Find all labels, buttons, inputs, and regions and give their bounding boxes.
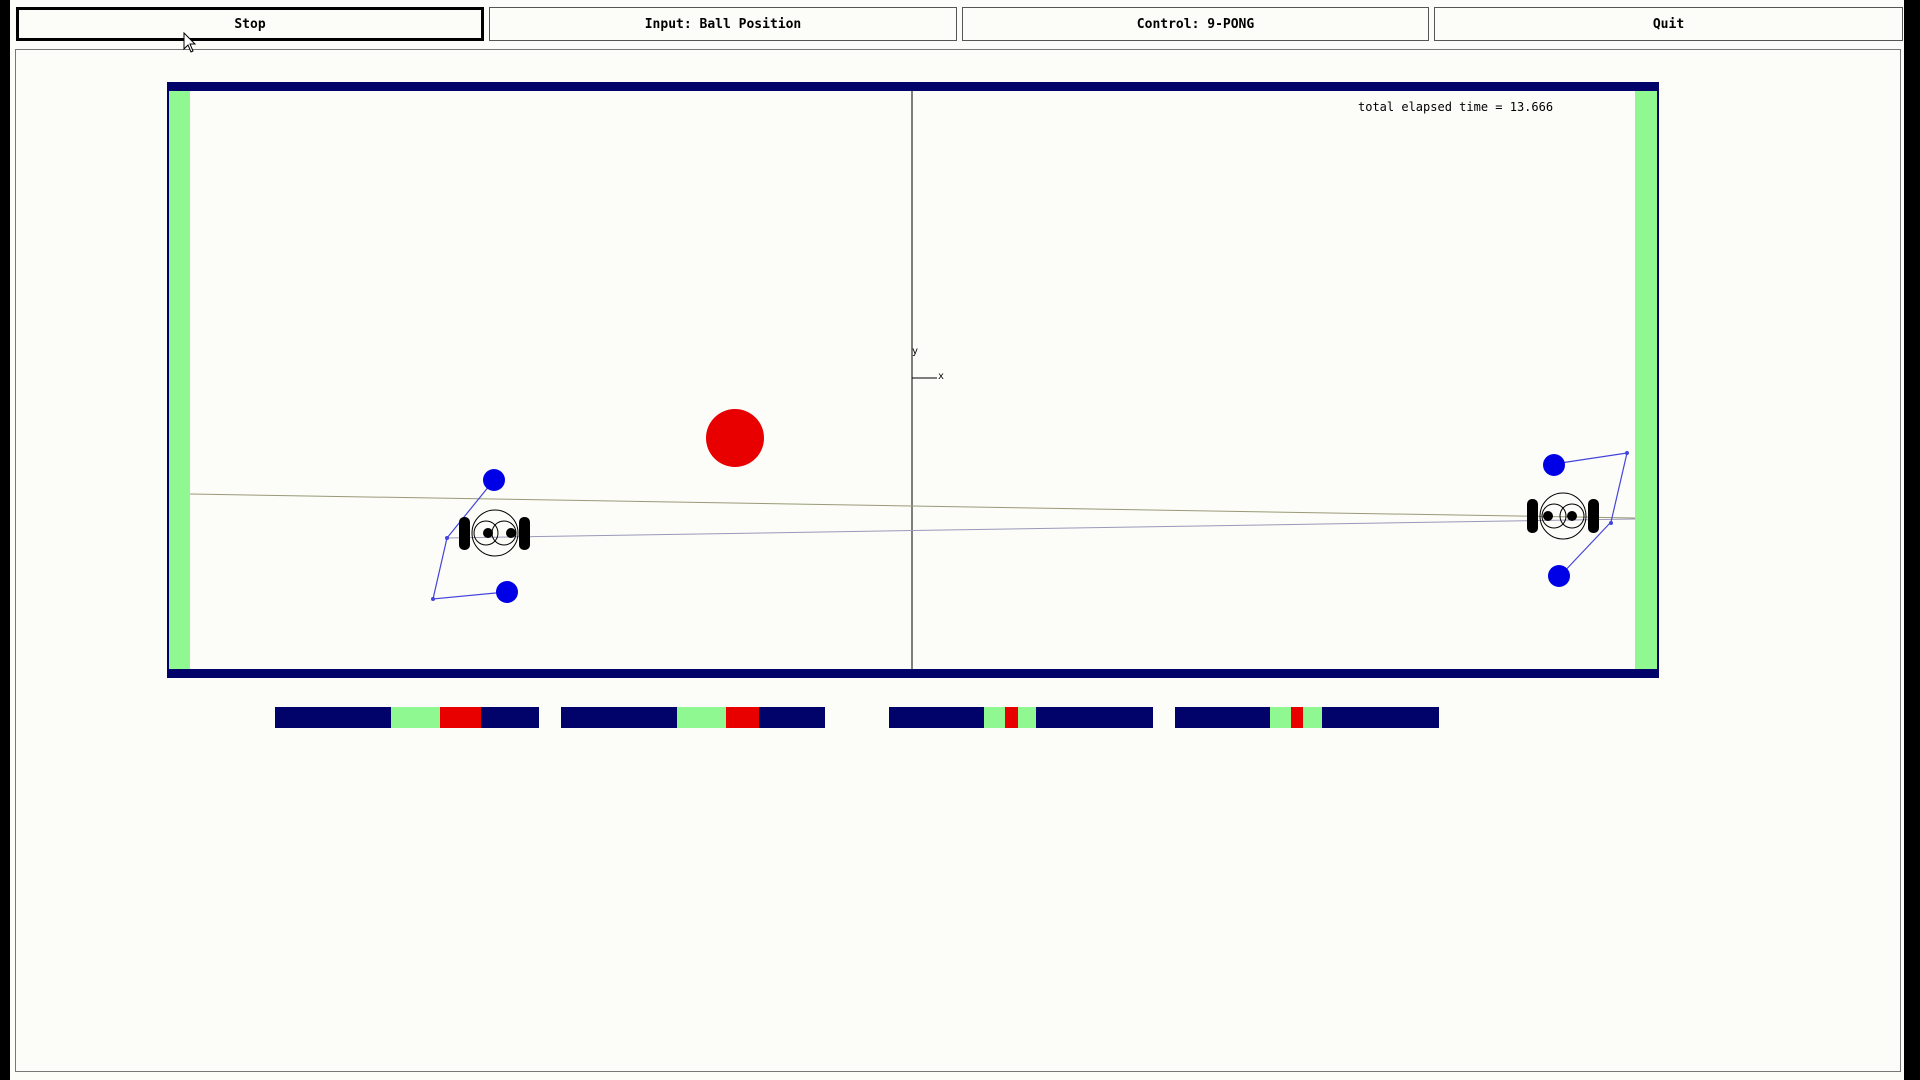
right-robot-marker-top <box>1543 454 1565 476</box>
gauge-green-segment <box>391 707 440 728</box>
right-goal-zone <box>1635 91 1657 669</box>
top-wall <box>167 82 1659 91</box>
x-axis-label: x <box>938 371 944 382</box>
mouse-pointer-icon <box>183 32 197 53</box>
gauge-green-segment <box>677 707 726 728</box>
field-area <box>167 83 1659 675</box>
bottom-wall <box>167 669 1659 678</box>
left-robot-marker-bottom <box>496 581 518 603</box>
left-goal-zone <box>169 91 190 669</box>
gauge-bar-1 <box>275 707 539 728</box>
gauge-bar-2 <box>561 707 825 728</box>
gauge-red-segment <box>1005 707 1019 728</box>
left-robot-marker-top <box>483 469 505 491</box>
gauge-red-segment <box>726 707 759 728</box>
elapsed-time-text: total elapsed time = 13.666 <box>1358 100 1554 114</box>
right-robot-marker-bottom <box>1548 565 1570 587</box>
gauge-bar-4 <box>1175 707 1439 728</box>
gauge-red-segment <box>1291 707 1304 728</box>
y-axis-label: y <box>912 346 918 357</box>
right-border <box>1657 82 1659 678</box>
left-border <box>167 82 169 678</box>
ball <box>706 409 764 467</box>
simulation-field: y x <box>167 82 1659 678</box>
gauge-red-segment <box>440 707 481 728</box>
gauge-bar-3 <box>889 707 1153 728</box>
